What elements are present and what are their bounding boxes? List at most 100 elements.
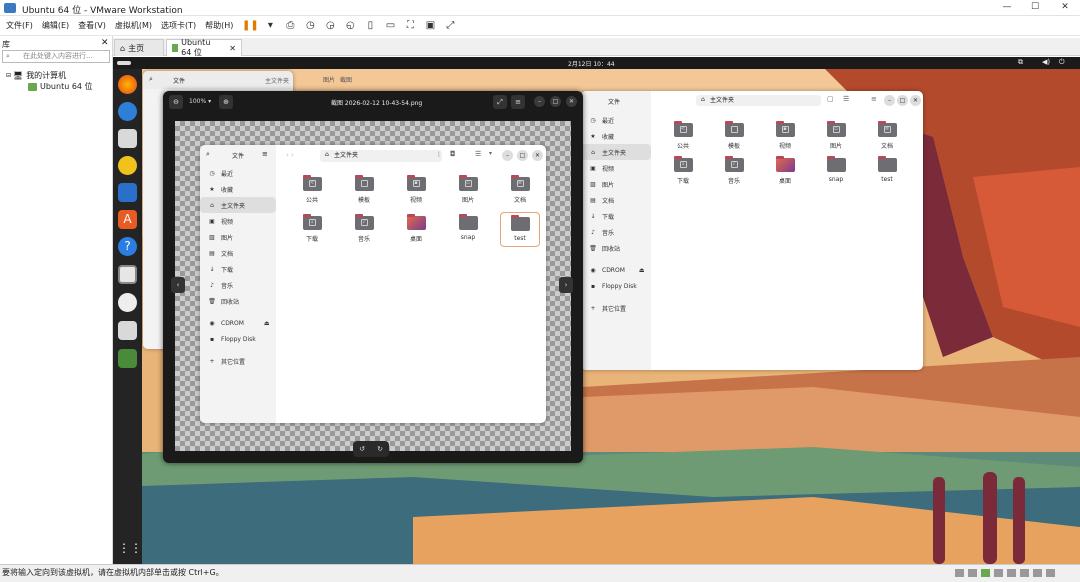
bgr-sidebar-documents[interactable]: ▤ 文档: [581, 192, 651, 208]
message-icon[interactable]: [1046, 569, 1055, 577]
folder-templates[interactable]: 模板: [714, 121, 754, 150]
display-icon[interactable]: [1033, 569, 1042, 577]
zoom-level[interactable]: 100% ▾: [189, 98, 211, 105]
zoom-out-icon[interactable]: ⊖: [169, 95, 183, 109]
menu-help[interactable]: 帮助(H): [205, 20, 233, 31]
library-close-icon[interactable]: ✕: [101, 38, 109, 48]
show-apps-icon[interactable]: ⋮⋮: [118, 539, 142, 558]
stretch-icon[interactable]: ⤢: [442, 18, 458, 34]
folder-downloads[interactable]: ↓ 下载: [663, 156, 703, 185]
usb-icon[interactable]: [994, 569, 1003, 577]
writer-icon[interactable]: [118, 183, 137, 202]
dvd-icon[interactable]: [118, 293, 137, 312]
clock[interactable]: 2月12日 10：44: [568, 59, 615, 68]
sidebar-toggle-icon[interactable]: ▯: [362, 18, 378, 34]
help-icon[interactable]: ?: [118, 237, 137, 256]
menu-file[interactable]: 文件(F): [6, 20, 33, 31]
bgr-sidebar-floppy[interactable]: ▪ Floppy Disk: [581, 278, 651, 294]
bgr-view-icon[interactable]: ☰: [843, 95, 849, 103]
send-keys-icon[interactable]: ⎙: [282, 18, 298, 34]
thunderbird-icon[interactable]: [118, 102, 137, 121]
folder-pictures[interactable]: ▫ 图片: [816, 121, 856, 150]
bgr-sidebar-music[interactable]: ♪ 音乐: [581, 224, 651, 240]
menu-view[interactable]: 查看(V): [78, 20, 106, 31]
snapshot-icon[interactable]: ◷: [302, 18, 318, 34]
bgr-maximize-icon[interactable]: □: [897, 95, 908, 106]
bg-path-segment-1[interactable]: 主文件夹: [265, 76, 289, 85]
tab-ubuntu[interactable]: Ubuntu 64 位 ✕: [166, 38, 242, 57]
bg-path-segment-3[interactable]: 截图: [340, 75, 352, 84]
cd-icon[interactable]: [968, 569, 977, 577]
library-search-input[interactable]: 在此处键入内容进行...: [2, 50, 110, 63]
image-viewer-window[interactable]: ⊖ 100% ▾ ⊕ 截图 2026-02-12 10-43-54.png ⤢ …: [163, 91, 583, 463]
pause-icon[interactable]: ❚❚: [242, 18, 259, 34]
network-icon[interactable]: ⧉: [1018, 58, 1023, 67]
menu-tabs[interactable]: 选项卡(T): [161, 20, 196, 31]
background-files-window-right[interactable]: 文件 ◷ 最近 ★ 收藏 ⌂ 主文件夹 ▣ 视频 ▨ 图片 ▤ 文档 ↓ 下载 ♪ 音乐 🗑 回收…: [581, 91, 923, 370]
close-button[interactable]: ✕: [1058, 2, 1072, 14]
minimize-button[interactable]: —: [1000, 2, 1014, 14]
bgr-sidebar-starred[interactable]: ★ 收藏: [581, 128, 651, 144]
bgr-sidebar-home[interactable]: ⌂ 主文件夹: [581, 144, 651, 160]
menu-edit[interactable]: 编辑(E): [42, 20, 69, 31]
folder-desktop[interactable]: 桌面: [765, 156, 805, 185]
folder-documents[interactable]: ≡ 文档: [867, 121, 907, 150]
viewer-minimize-icon[interactable]: –: [534, 96, 545, 107]
viewer-menu-icon[interactable]: ≡: [511, 95, 525, 109]
maximize-button[interactable]: ☐: [1028, 2, 1042, 14]
console-icon[interactable]: ▣: [422, 18, 438, 34]
bgr-sidebar-recent[interactable]: ◷ 最近: [581, 112, 651, 128]
bgr-sidebar-downloads[interactable]: ↓ 下载: [581, 208, 651, 224]
bgr-minimize-icon[interactable]: –: [884, 95, 895, 106]
revert-snapshot-icon[interactable]: ◶: [322, 18, 338, 34]
viewer-maximize-icon[interactable]: □: [550, 96, 561, 107]
sound-icon[interactable]: [1007, 569, 1016, 577]
previous-image-icon[interactable]: ‹: [171, 277, 185, 293]
hdd-icon[interactable]: [955, 569, 964, 577]
image-viewer-icon[interactable]: [118, 265, 137, 284]
volume-icon[interactable]: ◀): [1042, 58, 1050, 66]
rotate-right-icon[interactable]: ↻: [377, 445, 383, 453]
bg-search-icon[interactable]: ⌕: [149, 75, 153, 84]
folder-videos[interactable]: ▪ 视频: [765, 121, 805, 150]
vm-display[interactable]: 2月12日 10：44 ⧉ ◀) ⏻ A ? ⋮⋮ ⌕ 文件 主文件夹 图片 截…: [113, 57, 1080, 564]
trash-icon[interactable]: [118, 349, 137, 368]
bgr-new-folder-icon[interactable]: ▢: [827, 95, 834, 103]
printer-icon[interactable]: [1020, 569, 1029, 577]
bgr-sidebar-cdrom[interactable]: ◉ CDROM ⏏: [581, 262, 651, 278]
tab-close-icon[interactable]: ✕: [229, 44, 236, 53]
tab-home[interactable]: ⌂ 主页: [114, 39, 164, 56]
bg-path-segment-2[interactable]: 图片: [323, 75, 335, 84]
floppy-icon[interactable]: [118, 321, 137, 340]
rotate-left-icon[interactable]: ↺: [359, 445, 365, 453]
fullscreen-icon[interactable]: ⛶: [402, 18, 418, 34]
firefox-icon[interactable]: [118, 75, 137, 94]
bgr-sidebar-other[interactable]: + 其它位置: [581, 300, 651, 316]
folder-test[interactable]: test: [867, 156, 907, 185]
network-device-icon[interactable]: [981, 569, 990, 577]
app-center-icon[interactable]: A: [118, 210, 137, 229]
folder-snap[interactable]: snap: [816, 156, 856, 185]
tree-vm-item[interactable]: Ubuntu 64 位: [28, 81, 93, 92]
rhythmbox-icon[interactable]: [118, 156, 137, 175]
bgr-close-icon[interactable]: ✕: [910, 95, 921, 106]
power-icon[interactable]: ⏻: [1059, 58, 1065, 67]
dropdown-icon[interactable]: ▾: [262, 18, 278, 34]
activities-button[interactable]: [117, 61, 131, 65]
viewer-close-icon[interactable]: ✕: [566, 96, 577, 107]
bgr-sidebar-trash[interactable]: 🗑 回收站: [581, 240, 651, 256]
folder-music[interactable]: ♪ 音乐: [714, 156, 754, 185]
zoom-in-icon[interactable]: ⊕: [219, 95, 233, 109]
folder-public[interactable]: < 公共: [663, 121, 703, 150]
files-icon[interactable]: [118, 129, 137, 148]
snapshot-manager-icon[interactable]: ◵: [342, 18, 358, 34]
menu-vm[interactable]: 虚拟机(M): [115, 20, 152, 31]
bgr-sidebar-videos[interactable]: ▣ 视频: [581, 160, 651, 176]
fullscreen-icon[interactable]: ⤢: [493, 95, 507, 109]
next-image-icon[interactable]: ›: [559, 277, 573, 293]
bgr-sidebar-pictures[interactable]: ▨ 图片: [581, 176, 651, 192]
tree-root[interactable]: ⊟ 🖥 我的计算机: [6, 70, 66, 81]
thumbnail-icon[interactable]: ▭: [382, 18, 398, 34]
bgr-menu-icon[interactable]: ≡: [871, 95, 877, 103]
bgr-pathbar[interactable]: 主文件夹: [696, 95, 821, 106]
